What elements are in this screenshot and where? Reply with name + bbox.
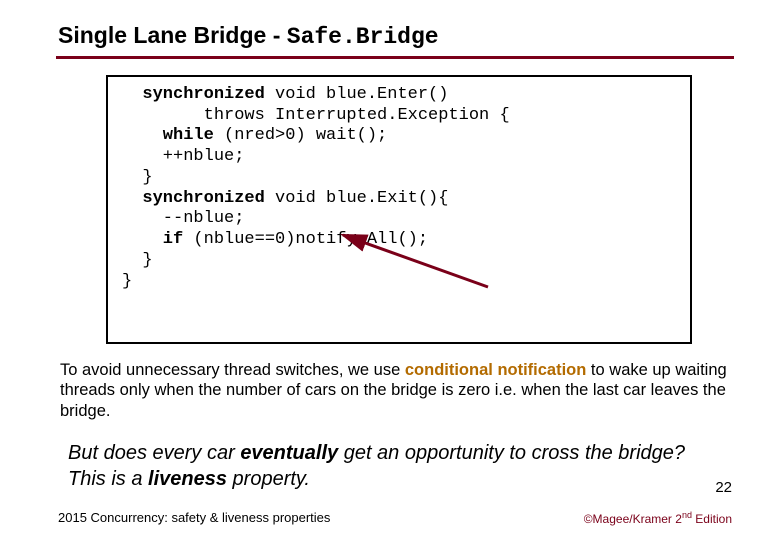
q-part1: But does every car	[68, 442, 240, 464]
code-box: synchronized void blue.Enter() throws In…	[106, 75, 692, 344]
q-kw-liveness: liveness	[148, 468, 227, 490]
question-paragraph: But does every car eventually get an opp…	[68, 440, 722, 492]
footer-right: ©Magee/Kramer 2nd Edition	[584, 510, 732, 526]
kw-if: if	[122, 230, 183, 249]
explanation-paragraph: To avoid unnecessary thread switches, we…	[60, 360, 730, 422]
slide-title: Single Lane Bridge - Safe.Bridge	[58, 22, 732, 50]
footer-edition: Edition	[692, 512, 732, 526]
title-rule	[56, 56, 734, 59]
code-l3b: (nred>0) wait();	[214, 126, 387, 145]
kw-synchronized-2: synchronized	[122, 189, 265, 208]
title-mono: Safe.Bridge	[287, 24, 439, 50]
kw-synchronized-1: synchronized	[122, 85, 265, 104]
para-highlight: conditional notification	[405, 361, 586, 379]
footer-ord: 2	[675, 512, 682, 526]
footer-copyright: ©Magee/Kramer	[584, 512, 676, 526]
code-l6b: void blue.Exit(){	[265, 189, 449, 208]
code-l10: }	[122, 272, 132, 291]
slide-number: 22	[715, 479, 732, 496]
q-part3: property.	[227, 468, 310, 490]
code-l4: ++nblue;	[122, 147, 244, 166]
code-l7: --nblue;	[122, 209, 244, 228]
q-kw-eventually: eventually	[240, 442, 338, 464]
footer-sup: nd	[682, 510, 692, 520]
code-l2: throws Interrupted.Exception {	[122, 106, 510, 125]
title-text: Single Lane Bridge -	[58, 22, 287, 48]
code-l5: }	[122, 168, 153, 187]
kw-while: while	[122, 126, 214, 145]
para-before: To avoid unnecessary thread switches, we…	[60, 361, 405, 379]
footer-left: 2015 Concurrency: safety & liveness prop…	[58, 510, 330, 526]
code-l8b: (nblue==0)notify.All();	[183, 230, 428, 249]
code-l9: }	[122, 251, 153, 270]
footer: 2015 Concurrency: safety & liveness prop…	[0, 510, 780, 526]
code-l1b: void blue.Enter()	[265, 85, 449, 104]
